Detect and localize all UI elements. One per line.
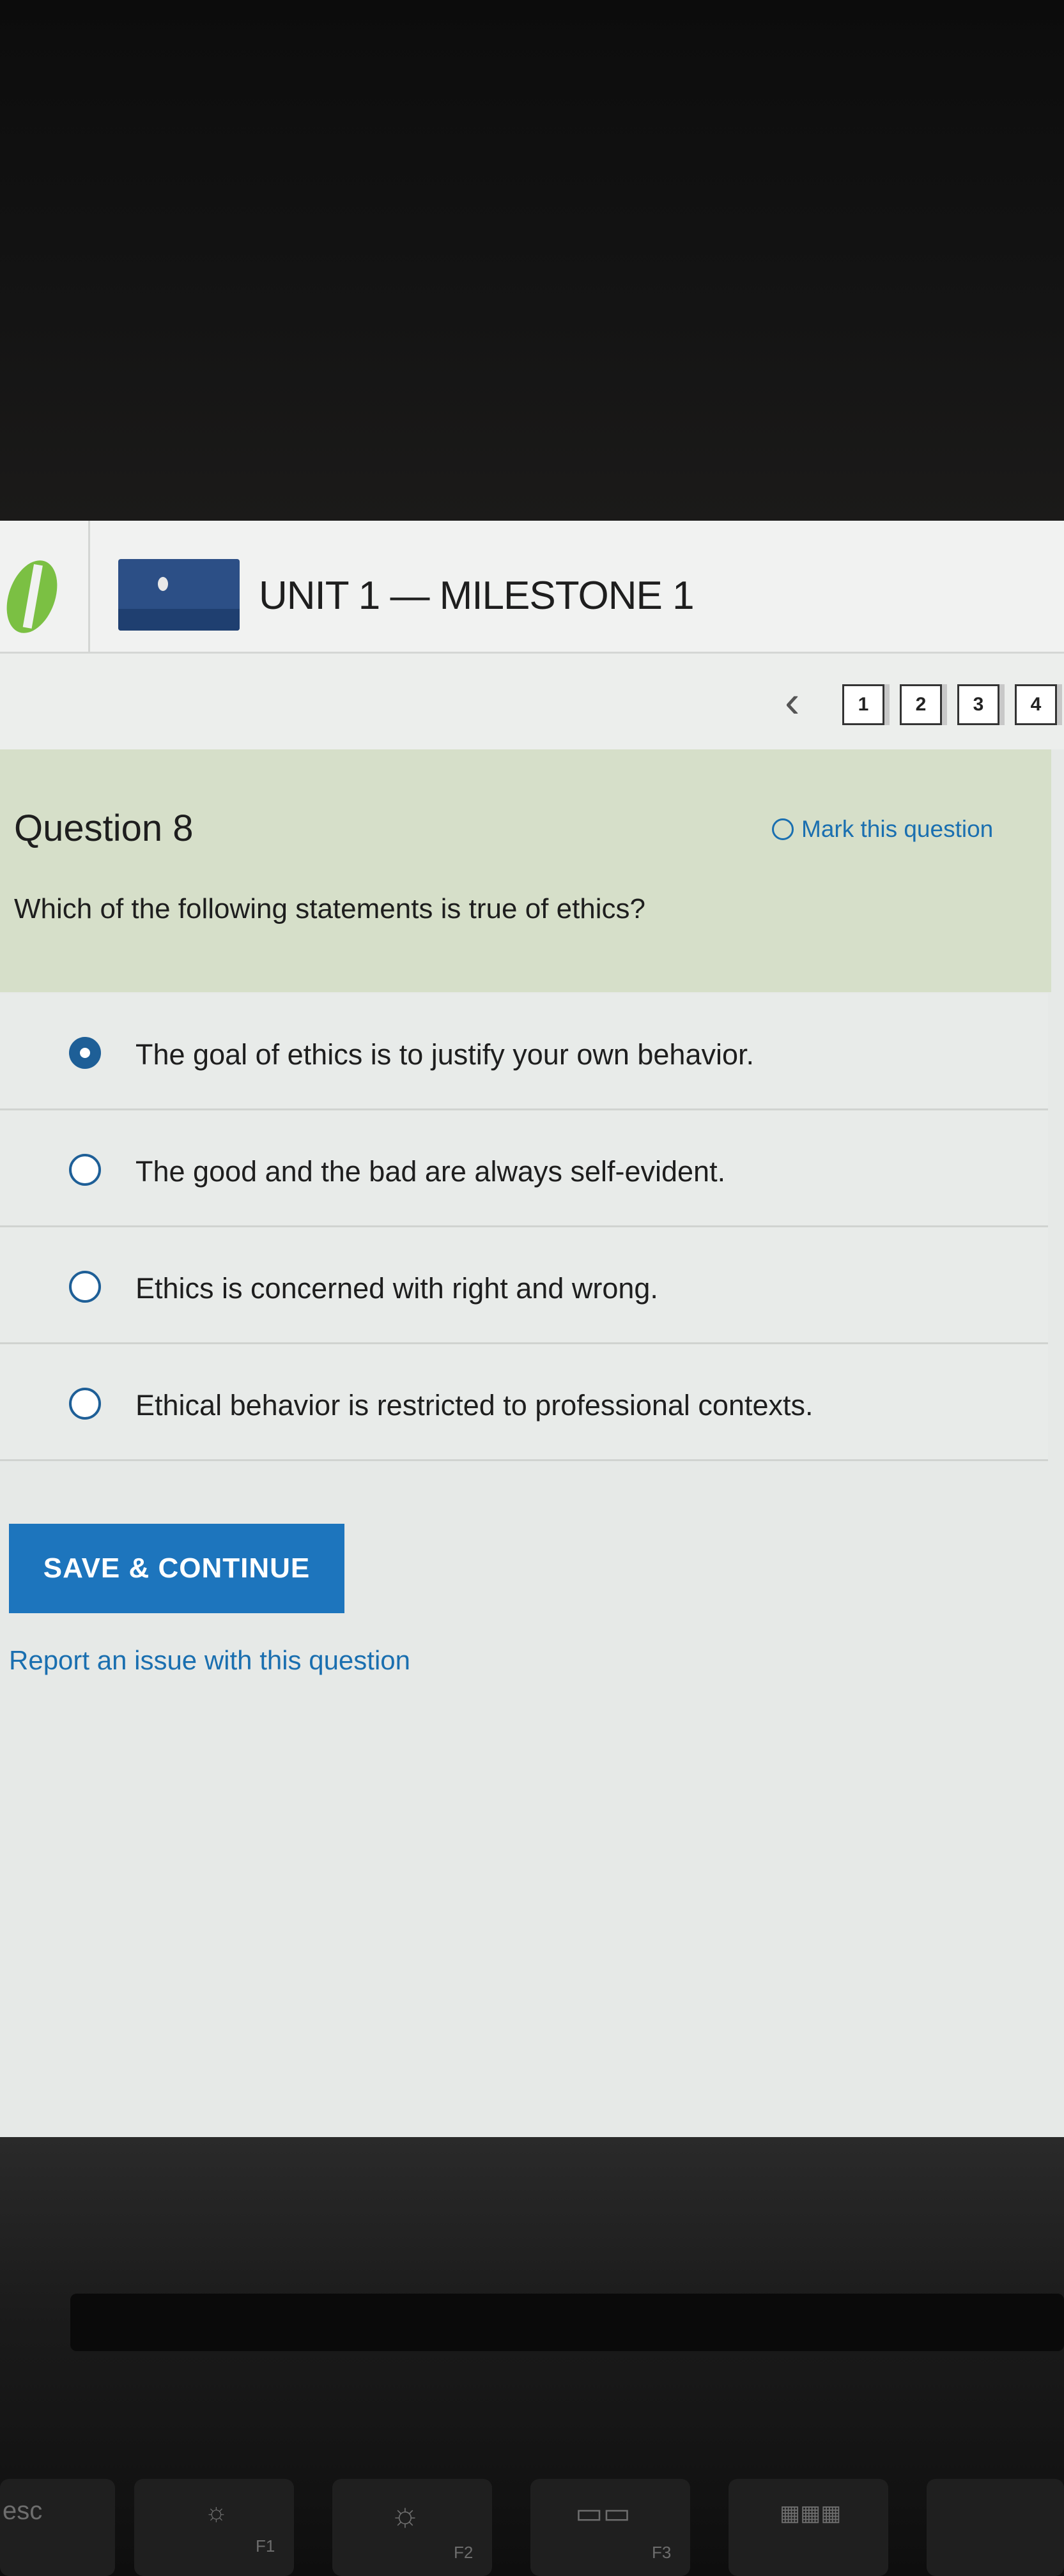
answer-option[interactable]: Ethics is concerned with right and wrong… — [0, 1227, 1048, 1344]
question-prompt: Which of the following statements is tru… — [14, 893, 646, 924]
radio-selected-icon[interactable] — [69, 1037, 101, 1069]
sophia-logo-icon — [0, 553, 67, 640]
radio-unselected-icon[interactable] — [69, 1154, 101, 1186]
brightness-up-icon: ☼ — [390, 2496, 420, 2533]
radio-unselected-icon[interactable] — [69, 1388, 101, 1420]
report-issue-link[interactable]: Report an issue with this question — [9, 1645, 410, 1676]
question-number: Question 8 — [14, 808, 194, 849]
save-continue-button[interactable]: SAVE & CONTINUE — [9, 1524, 344, 1613]
app-header: UNIT 1 — MILESTONE 1 — [0, 521, 1064, 654]
f5-key — [927, 2479, 1064, 2576]
f2-key: ☼ F2 — [332, 2479, 492, 2576]
mark-question-button[interactable]: Mark this question — [772, 813, 993, 845]
keyboard-hinge — [70, 2294, 1064, 2351]
circle-outline-icon — [772, 818, 794, 840]
esc-key: esc — [0, 2479, 115, 2576]
radio-unselected-icon[interactable] — [69, 1271, 101, 1303]
f2-key-label: F2 — [454, 2543, 474, 2562]
f3-key: ▭▭ F3 — [530, 2479, 690, 2576]
question-nav-4[interactable]: 4 — [1015, 684, 1057, 725]
f1-key: ☼ F1 — [134, 2479, 294, 2576]
answer-option[interactable]: The goal of ethics is to justify your ow… — [0, 993, 1048, 1110]
monitor-bezel-top — [0, 0, 1064, 521]
chevron-left-icon[interactable]: ‹ — [785, 679, 821, 724]
question-header: Question 8 Mark this question Which of t… — [0, 749, 1051, 992]
answer-text: Ethical behavior is restricted to profes… — [135, 1389, 813, 1422]
question-nav-2[interactable]: 2 — [900, 684, 942, 725]
thumbnail-water — [118, 609, 240, 631]
header-divider — [88, 521, 90, 652]
browser-page: UNIT 1 — MILESTONE 1 ‹ 1 2 3 4 Question … — [0, 521, 1064, 2137]
answer-text: The goal of ethics is to justify your ow… — [135, 1038, 755, 1071]
answer-option[interactable]: The good and the bad are always self-evi… — [0, 1110, 1048, 1227]
question-nav-1[interactable]: 1 — [842, 684, 884, 725]
answer-text: The good and the bad are always self-evi… — [135, 1155, 726, 1188]
launchpad-icon: ▦▦▦ — [780, 2501, 842, 2526]
mission-control-icon: ▭▭ — [575, 2496, 631, 2529]
mark-question-label: Mark this question — [801, 816, 994, 842]
question-navigation: ‹ 1 2 3 4 — [0, 654, 1064, 749]
f1-key-label: F1 — [256, 2536, 275, 2556]
f4-key: ▦▦▦ — [729, 2479, 888, 2576]
unit-thumbnail — [118, 559, 240, 631]
answer-list: The goal of ethics is to justify your ow… — [0, 993, 1048, 1461]
thumbnail-figure — [158, 577, 168, 591]
brightness-down-icon: ☼ — [204, 2498, 228, 2526]
question-nav-3[interactable]: 3 — [957, 684, 999, 725]
f3-key-label: F3 — [652, 2543, 672, 2562]
esc-key-label: esc — [3, 2497, 43, 2525]
unit-title: UNIT 1 — MILESTONE 1 — [259, 574, 695, 618]
answer-text: Ethics is concerned with right and wrong… — [135, 1272, 658, 1305]
answer-option[interactable]: Ethical behavior is restricted to profes… — [0, 1344, 1048, 1461]
